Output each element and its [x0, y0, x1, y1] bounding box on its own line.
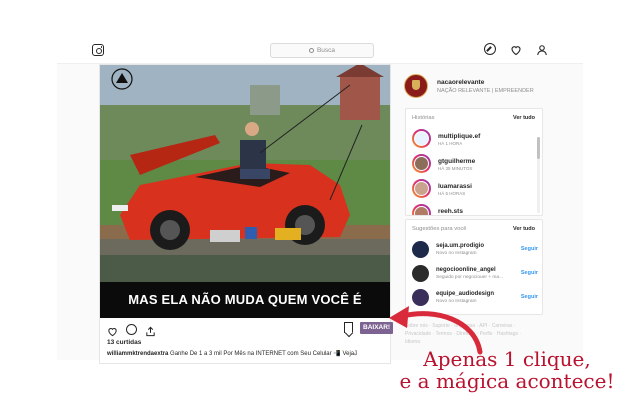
- caption-author[interactable]: williammktrendaextra: [107, 351, 168, 357]
- suggestion-subtitle: Seguido por negociouer + ma...: [436, 275, 504, 280]
- current-user-profile: nacaorelevante NAÇÃO RELEVANTE | EMPREEN…: [404, 74, 544, 100]
- story-item[interactable]: multiplique.ef HÁ 1 HORA: [412, 129, 532, 151]
- story-item[interactable]: reeh.sts: [412, 204, 532, 215]
- post-caption: williammktrendaextra Ganhe De 1 a 3 mil …: [107, 350, 387, 357]
- story-username: gtguilherme: [438, 158, 476, 165]
- top-navigation: Busca: [80, 40, 560, 62]
- like-icon[interactable]: [107, 324, 118, 336]
- story-avatar: [412, 129, 431, 148]
- comment-icon[interactable]: [126, 323, 137, 335]
- bookmark-icon[interactable]: [344, 322, 353, 333]
- story-avatar: [412, 154, 431, 173]
- heart-icon[interactable]: [510, 43, 522, 56]
- avatar[interactable]: [404, 74, 428, 98]
- post-action-bar: [107, 322, 156, 336]
- story-username: multiplique.ef: [438, 133, 481, 140]
- caption-text: Ganhe De 1 a 3 mil Por Mês na INTERNET c…: [168, 351, 358, 357]
- suggestion-item: negocioonline_angel Seguido por negociou…: [412, 264, 540, 286]
- follow-button[interactable]: Seguir: [521, 246, 538, 252]
- suggestions-title: Sugestões para você: [412, 226, 467, 232]
- story-item[interactable]: luamarassi HÁ 5 HORAS: [412, 179, 532, 201]
- profile-fullname: NAÇÃO RELEVANTE | EMPREENDER: [437, 88, 534, 94]
- promo-line-2: e a mágica acontece!: [399, 369, 615, 393]
- avatar[interactable]: [412, 265, 429, 282]
- story-time: HÁ 35 MINUTOS: [438, 166, 473, 171]
- stories-see-all-link[interactable]: Ver tudo: [513, 115, 535, 121]
- search-icon: [308, 48, 314, 53]
- story-time: HÁ 5 HORAS: [438, 191, 466, 196]
- likes-count[interactable]: 13 curtidas: [107, 339, 141, 346]
- suggestion-username[interactable]: negocioonline_angel: [436, 267, 496, 273]
- suggestion-item: seja.um.prodigio Novo no Instagram Segui…: [412, 240, 540, 262]
- follow-button[interactable]: Seguir: [521, 270, 538, 276]
- story-avatar: [412, 204, 431, 215]
- story-item[interactable]: gtguilherme HÁ 35 MINUTOS: [412, 154, 532, 176]
- feed-post: MAS ELA NÃO MUDA QUEM VOCÊ É BAIXAR! 13 …: [99, 64, 394, 364]
- post-photo-illustration: [100, 65, 390, 282]
- suggestion-subtitle: Novo no Instagram: [436, 251, 477, 256]
- story-time: HÁ 1 HORA: [438, 141, 463, 146]
- instagram-icon[interactable]: [92, 44, 104, 56]
- promo-annotation: Apenas 1 clique, e a mágica acontece!: [376, 348, 638, 392]
- search-placeholder: Busca: [316, 47, 336, 54]
- nav-icons: [484, 43, 548, 56]
- share-icon[interactable]: [145, 324, 156, 336]
- suggestion-username[interactable]: equipe_audiodesign: [436, 291, 494, 297]
- profile-username[interactable]: nacaorelevante: [437, 79, 484, 86]
- image-caption-overlay: MAS ELA NÃO MUDA QUEM VOCÊ É: [100, 282, 390, 318]
- avatar[interactable]: [412, 241, 429, 258]
- post-image[interactable]: MAS ELA NÃO MUDA QUEM VOCÊ É: [100, 65, 390, 318]
- stories-scrollbar[interactable]: [537, 137, 540, 213]
- person-icon[interactable]: [536, 43, 548, 56]
- story-username: luamarassi: [438, 183, 472, 190]
- promo-line-1: Apenas 1 clique,: [423, 347, 591, 371]
- search-input[interactable]: Busca: [270, 43, 374, 58]
- suggestions-see-all-link[interactable]: Ver tudo: [513, 226, 535, 232]
- follow-button[interactable]: Seguir: [521, 294, 538, 300]
- story-username: reeh.sts: [438, 208, 463, 215]
- suggestion-username[interactable]: seja.um.prodigio: [436, 243, 484, 249]
- stories-panel: Histórias Ver tudo multiplique.ef HÁ 1 H…: [405, 108, 543, 216]
- stories-title: Histórias: [412, 115, 435, 121]
- compass-icon[interactable]: [484, 43, 496, 55]
- story-avatar: [412, 179, 431, 198]
